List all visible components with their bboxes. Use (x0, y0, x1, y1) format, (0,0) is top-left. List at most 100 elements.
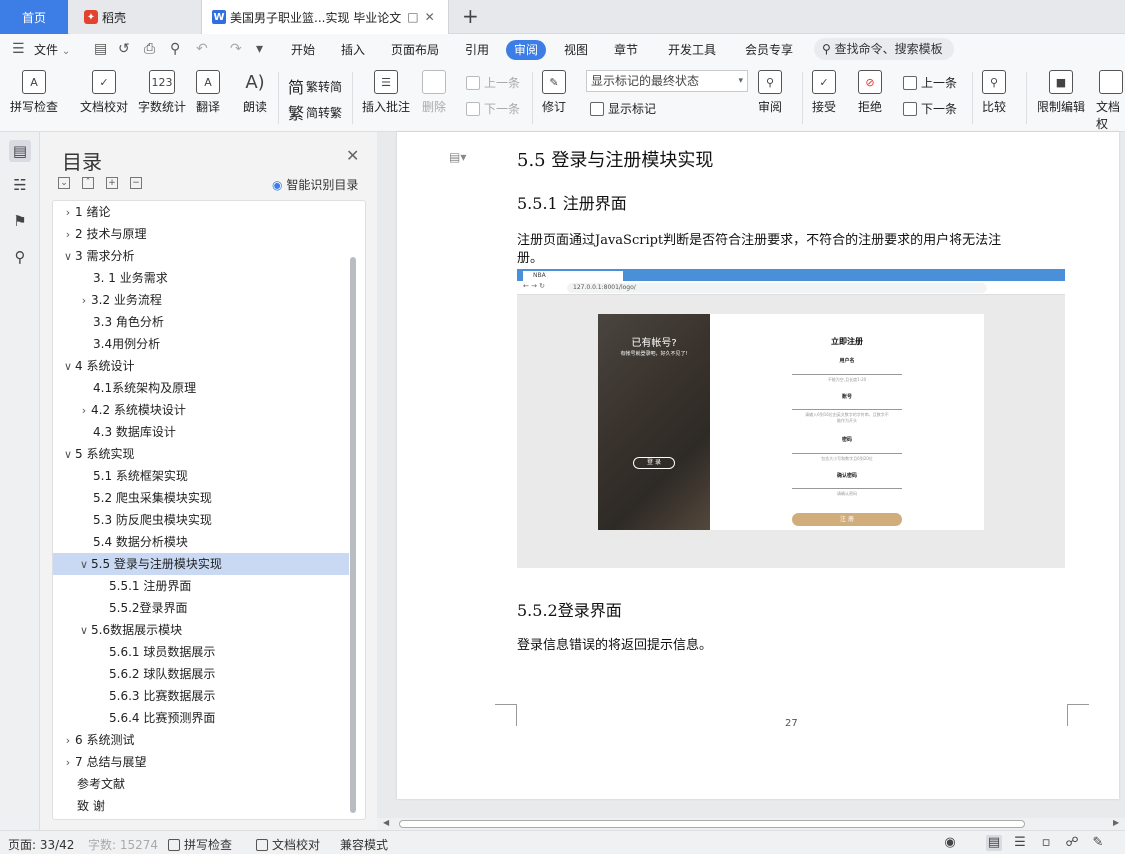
toc-scrollbar[interactable] (350, 257, 356, 813)
remove-icon[interactable]: − (130, 177, 142, 189)
print-icon[interactable]: ⎙ (144, 41, 155, 57)
toc-item[interactable]: ∨ 5.6数据展示模块 (53, 619, 349, 641)
outline-view-icon[interactable]: ☰ (1012, 835, 1028, 851)
chevron-down-icon[interactable]: ∨ (61, 356, 75, 378)
toc-item[interactable]: 5.2 爬虫采集模块实现 (53, 487, 349, 509)
reject-button[interactable]: ⊘ 拒绝 (858, 70, 882, 115)
toc-item[interactable]: 5.4 数据分析模块 (53, 531, 349, 553)
toc-item[interactable]: 5.1 系统框架实现 (53, 465, 349, 487)
next-comment-button[interactable]: 下一条 (466, 100, 520, 117)
toc-item[interactable]: ∨ 5.5 登录与注册模块实现 (53, 553, 349, 575)
toc-item[interactable]: 5.5.1 注册界面 (53, 575, 349, 597)
toc-item[interactable]: › 6 系统测试 (53, 729, 349, 751)
toc-item[interactable]: 5.3 防反爬虫模块实现 (53, 509, 349, 531)
toc-item[interactable]: › 3.2 业务流程 (53, 289, 349, 311)
toc-item[interactable]: 5.6.1 球员数据展示 (53, 641, 349, 663)
simp-to-trad-button[interactable]: 繁简转繁 (288, 100, 342, 124)
read-mode-icon[interactable]: ▫ (1038, 835, 1054, 851)
menu-references[interactable]: 引用 (465, 40, 489, 60)
translate-button[interactable]: A 翻译 (196, 70, 220, 115)
menu-chapter[interactable]: 章节 (614, 40, 638, 60)
tab-home[interactable]: 首页 (0, 0, 68, 34)
search-icon[interactable]: ⚲ (9, 246, 31, 268)
markup-state-select[interactable]: 显示标记的最终状态 ▾ (586, 70, 748, 92)
bookmark-icon[interactable]: ⚑ (9, 210, 31, 232)
doc-rights-button[interactable]: 文档权 (1096, 70, 1125, 132)
toc-item[interactable]: › 1 绪论 (53, 201, 349, 223)
tab-document[interactable]: W 美国男子职业篮...实现 毕业论文 □ ✕ (201, 0, 449, 34)
toc-item[interactable]: 5.6.3 比赛数据展示 (53, 685, 349, 707)
toc-item[interactable]: 参考文献 (53, 773, 349, 795)
read-aloud-button[interactable]: A) 朗读 (243, 70, 267, 115)
restrict-edit-button[interactable]: ■ 限制编辑 (1037, 70, 1085, 115)
tab-daoke[interactable]: ✦ 稻壳 (70, 0, 200, 34)
accept-button[interactable]: ✓ 接受 (812, 70, 836, 115)
menu-insert[interactable]: 插入 (341, 40, 365, 60)
chevron-down-icon[interactable]: ∨ (77, 554, 91, 576)
export-icon[interactable]: ↺ (118, 41, 130, 57)
customize-toolbar-icon[interactable]: ▾ (256, 41, 263, 57)
toc-item[interactable]: ∨ 4 系统设计 (53, 355, 349, 377)
status-doc-proof[interactable]: 文档校对 (256, 836, 320, 853)
print-preview-icon[interactable]: ⚲ (170, 41, 180, 57)
delete-comment-button[interactable]: 删除 (422, 70, 446, 115)
toc-item[interactable]: 5.6.4 比赛预测界面 (53, 707, 349, 729)
hamburger-icon[interactable]: ☰ (12, 41, 25, 57)
compare-button[interactable]: ⚲ 比较 (982, 70, 1006, 115)
menu-page-layout[interactable]: 页面布局 (391, 40, 439, 60)
toc-item[interactable]: › 4.2 系统模块设计 (53, 399, 349, 421)
eye-protection-icon[interactable]: ◉ (942, 835, 958, 851)
save-icon[interactable]: ▤ (94, 41, 107, 57)
toc-item[interactable]: ∨ 5 系统实现 (53, 443, 349, 465)
chevron-right-icon[interactable]: › (77, 400, 91, 422)
page-indicator[interactable]: 页面: 33/42 (8, 836, 74, 853)
collapse-icon[interactable]: ⌄ (58, 177, 70, 189)
navigation-icon[interactable]: ☵ (9, 174, 31, 196)
paragraph-format-icon[interactable]: ▤▾ (449, 150, 466, 164)
review-pane-button[interactable]: ⚲ 审阅 (758, 70, 782, 115)
undo-icon[interactable]: ↶ (196, 41, 208, 57)
prev-change-button[interactable]: 上一条 (903, 74, 957, 91)
word-count-indicator[interactable]: 字数: 15274 (88, 836, 158, 853)
toc-item[interactable]: 4.1系统架构及原理 (53, 377, 349, 399)
chevron-right-icon[interactable]: › (61, 202, 75, 224)
chevron-right-icon[interactable]: › (61, 224, 75, 246)
toc-item[interactable]: 3.4用例分析 (53, 333, 349, 355)
menu-start[interactable]: 开始 (291, 40, 315, 60)
tab-close-icon[interactable]: ✕ (425, 10, 435, 24)
spell-check-button[interactable]: A 拼写检查 (10, 70, 58, 115)
scroll-left-icon[interactable]: ◀ (383, 818, 389, 827)
chevron-right-icon[interactable]: › (61, 752, 75, 774)
toc-item[interactable]: 致 谢 (53, 795, 349, 817)
horizontal-scrollbar[interactable]: ◀ ▶ (377, 818, 1125, 830)
doc-proof-button[interactable]: ✓ 文档校对 (80, 70, 128, 115)
chevron-down-icon[interactable]: ∨ (61, 246, 75, 268)
toc-item[interactable]: › 2 技术与原理 (53, 223, 349, 245)
command-search[interactable]: ⚲ 查找命令、搜索模板 (814, 38, 954, 60)
redo-icon[interactable]: ↷ (230, 41, 242, 57)
tab-window-icon[interactable]: □ (407, 10, 418, 24)
show-markup-button[interactable]: 显示标记 (590, 100, 656, 117)
toc-item[interactable]: 5.5.2登录界面 (53, 597, 349, 619)
menu-member[interactable]: 会员专享 (745, 40, 793, 60)
new-tab-button[interactable]: + (462, 4, 479, 28)
trad-to-simp-button[interactable]: 简繁转简 (288, 74, 342, 98)
menu-file[interactable]: 文件 ⌄ (34, 40, 70, 60)
expand-up-icon[interactable]: ˆ (82, 177, 94, 189)
add-icon[interactable]: + (106, 177, 118, 189)
status-spell-check[interactable]: 拼写检查 (168, 836, 232, 853)
scroll-right-icon[interactable]: ▶ (1113, 818, 1119, 827)
toc-item[interactable]: 3. 1 业务需求 (53, 267, 349, 289)
toc-item[interactable]: 4.3 数据库设计 (53, 421, 349, 443)
menu-review[interactable]: 审阅 (506, 40, 547, 60)
menu-developer[interactable]: 开发工具 (668, 40, 716, 60)
chevron-down-icon[interactable]: ∨ (77, 620, 91, 642)
toc-item[interactable]: 5.6.2 球队数据展示 (53, 663, 349, 685)
chevron-down-icon[interactable]: ∨ (61, 444, 75, 466)
chevron-right-icon[interactable]: › (77, 290, 91, 312)
menu-view[interactable]: 视图 (564, 40, 588, 60)
close-icon[interactable]: ✕ (346, 146, 359, 165)
horizontal-scroll-thumb[interactable] (399, 820, 1025, 828)
prev-comment-button[interactable]: 上一条 (466, 74, 520, 91)
toc-item[interactable]: 3.3 角色分析 (53, 311, 349, 333)
